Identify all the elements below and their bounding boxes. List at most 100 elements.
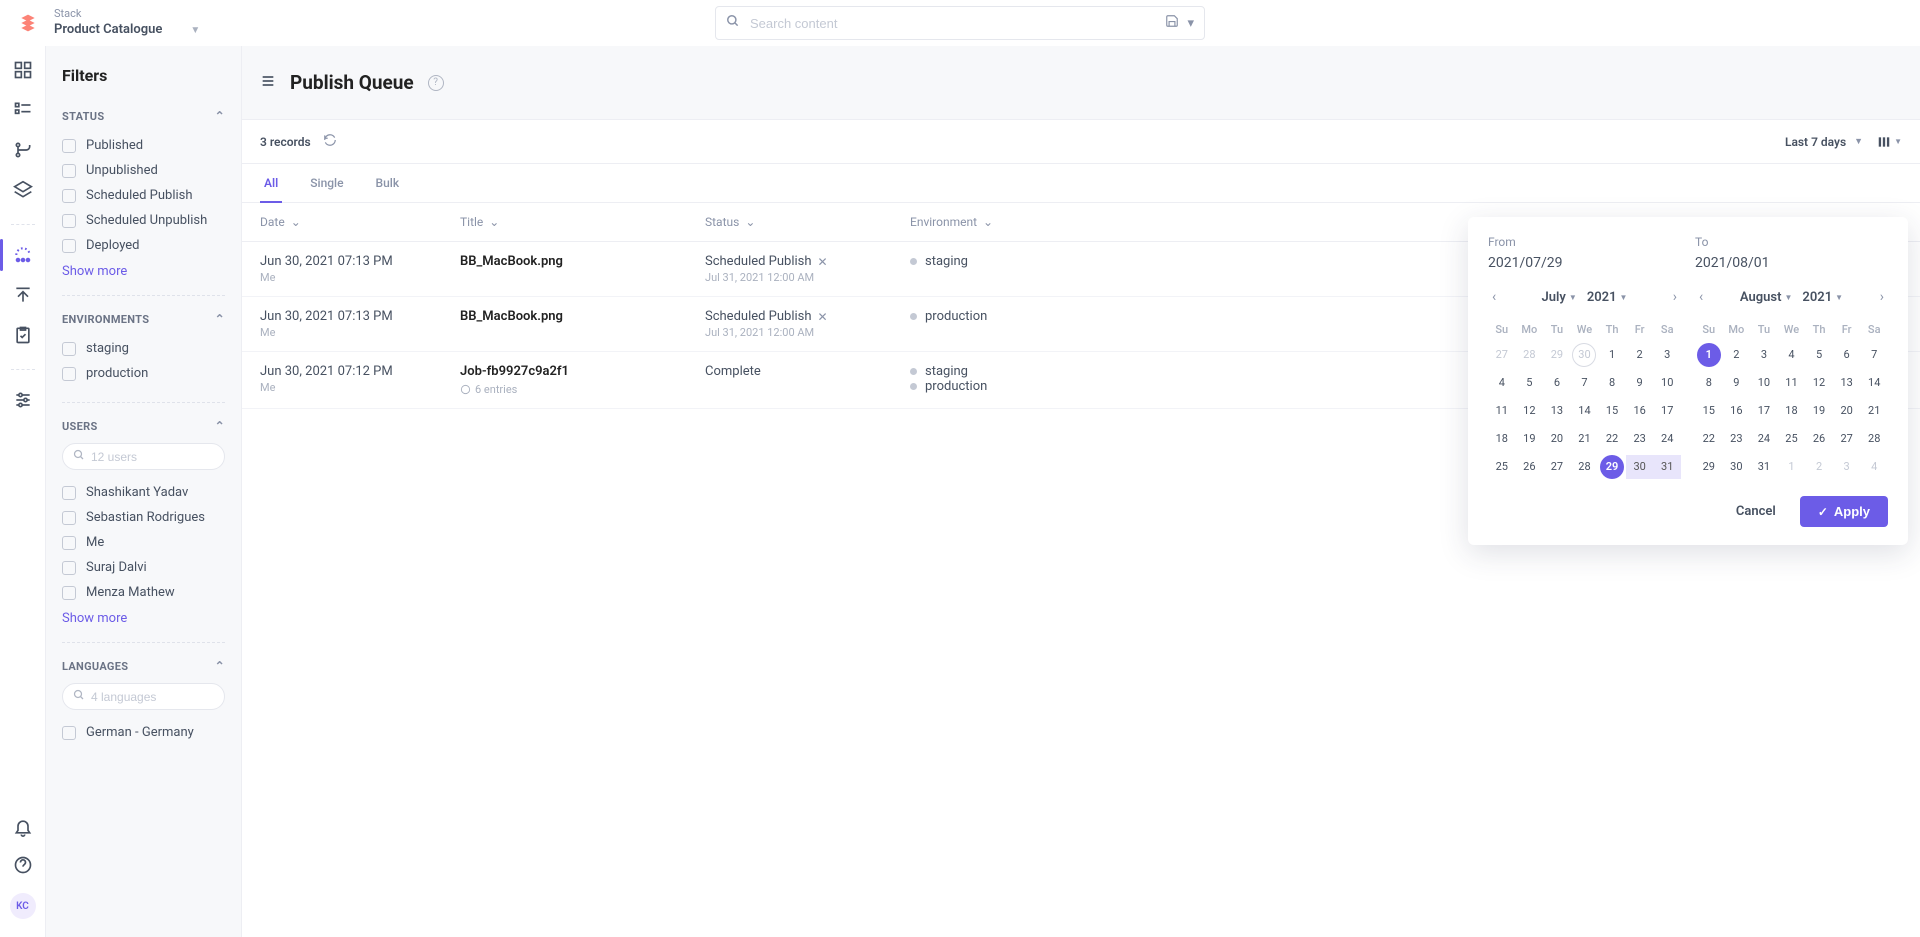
calendar-day[interactable]: 28: [1572, 455, 1596, 479]
from-field[interactable]: From 2021/07/29: [1488, 235, 1681, 271]
search-input[interactable]: [750, 16, 1155, 31]
stack-selector[interactable]: Stack Product Catalogue▼: [54, 7, 200, 38]
calendar-day[interactable]: 21: [1572, 427, 1596, 451]
calendar-day[interactable]: 19: [1807, 399, 1831, 423]
calendar-day[interactable]: 14: [1572, 399, 1596, 423]
calendar-day[interactable]: 27: [1545, 455, 1569, 479]
filter-checkbox[interactable]: Unpublished: [62, 158, 225, 183]
calendar-day[interactable]: 27: [1490, 343, 1514, 367]
calendar-day[interactable]: 1: [1697, 343, 1721, 367]
calendar-day[interactable]: 11: [1490, 399, 1514, 423]
users-search-input[interactable]: [91, 450, 242, 464]
tab-all[interactable]: All: [260, 164, 282, 202]
calendar-day[interactable]: 10: [1655, 371, 1679, 395]
calendar-day[interactable]: 8: [1697, 371, 1721, 395]
calendar-day[interactable]: 3: [1655, 343, 1679, 367]
calendar-day[interactable]: 20: [1835, 399, 1859, 423]
content-models-icon[interactable]: [13, 140, 33, 160]
filter-checkbox[interactable]: production: [62, 361, 225, 386]
filter-checkbox[interactable]: German - Germany: [62, 720, 225, 745]
apply-button[interactable]: ✓ Apply: [1800, 496, 1888, 527]
tab-single[interactable]: Single: [306, 164, 347, 202]
filter-checkbox[interactable]: Me: [62, 530, 225, 555]
calendar-day[interactable]: 12: [1517, 399, 1541, 423]
calendar-day[interactable]: 30: [1724, 455, 1748, 479]
calendar-day[interactable]: 9: [1724, 371, 1748, 395]
calendar-day[interactable]: 31: [1752, 455, 1776, 479]
column-header-status[interactable]: Status ⌄: [705, 215, 755, 229]
calendar-day[interactable]: 24: [1752, 427, 1776, 451]
filter-section-toggle[interactable]: STATUS ⌃: [62, 109, 225, 123]
calendar-day[interactable]: 1: [1779, 455, 1803, 479]
next-month-icon[interactable]: ›: [1876, 285, 1888, 309]
calendar-day[interactable]: 28: [1862, 427, 1886, 451]
column-header-environment[interactable]: Environment ⌄: [910, 215, 993, 229]
dashboard-icon[interactable]: [13, 60, 33, 80]
calendar-day[interactable]: 11: [1779, 371, 1803, 395]
filter-checkbox[interactable]: staging: [62, 336, 225, 361]
calendar-day[interactable]: 2: [1807, 455, 1831, 479]
calendar-day[interactable]: 9: [1628, 371, 1652, 395]
filter-checkbox[interactable]: Suraj Dalvi: [62, 555, 225, 580]
tab-bulk[interactable]: Bulk: [372, 164, 404, 202]
calendar-day[interactable]: 2: [1724, 343, 1748, 367]
month-year-selector[interactable]: August▼ 2021▼: [1740, 290, 1843, 305]
calendar-day[interactable]: 29: [1697, 455, 1721, 479]
settings-icon[interactable]: [13, 390, 33, 410]
calendar-day[interactable]: 24: [1655, 427, 1679, 451]
filter-section-toggle[interactable]: ENVIRONMENTS ⌃: [62, 312, 225, 326]
calendar-day[interactable]: 6: [1835, 343, 1859, 367]
calendar-day[interactable]: 15: [1697, 399, 1721, 423]
calendar-day[interactable]: 5: [1517, 371, 1541, 395]
calendar-day[interactable]: 16: [1724, 399, 1748, 423]
prev-month-icon[interactable]: ‹: [1695, 285, 1707, 309]
month-year-selector[interactable]: July▼ 2021▼: [1542, 290, 1628, 305]
calendar-day[interactable]: 18: [1490, 427, 1514, 451]
column-header-date[interactable]: Date ⌄: [260, 215, 301, 229]
calendar-day[interactable]: 7: [1862, 343, 1886, 367]
calendar-day[interactable]: 18: [1779, 399, 1803, 423]
chevron-down-icon[interactable]: ▾: [1187, 16, 1194, 31]
calendar-day[interactable]: 22: [1600, 427, 1624, 451]
calendar-day[interactable]: 22: [1697, 427, 1721, 451]
calendar-day[interactable]: 2: [1628, 343, 1652, 367]
calendar-day[interactable]: 4: [1490, 371, 1514, 395]
calendar-day[interactable]: 5: [1807, 343, 1831, 367]
calendar-day[interactable]: 16: [1628, 399, 1652, 423]
filter-checkbox[interactable]: Sebastian Rodrigues: [62, 505, 225, 530]
calendar-day[interactable]: 30: [1626, 455, 1654, 479]
app-logo[interactable]: [18, 13, 38, 33]
filter-checkbox[interactable]: Scheduled Publish: [62, 183, 225, 208]
calendar-day[interactable]: 17: [1655, 399, 1679, 423]
calendar-day[interactable]: 3: [1752, 343, 1776, 367]
calendar-day[interactable]: 27: [1835, 427, 1859, 451]
calendar-day[interactable]: 25: [1779, 427, 1803, 451]
languages-search[interactable]: [62, 683, 225, 710]
filter-checkbox[interactable]: Shashikant Yadav: [62, 480, 225, 505]
calendar-day[interactable]: 13: [1545, 399, 1569, 423]
calendar-day[interactable]: 26: [1807, 427, 1831, 451]
prev-month-icon[interactable]: ‹: [1488, 285, 1500, 309]
column-header-title[interactable]: Title ⌄: [460, 215, 499, 229]
cancel-button[interactable]: Cancel: [1726, 496, 1786, 527]
refresh-icon[interactable]: [323, 133, 337, 150]
calendar-day[interactable]: 30: [1572, 343, 1596, 367]
calendar-day[interactable]: 12: [1807, 371, 1831, 395]
entries-icon[interactable]: [13, 100, 33, 120]
calendar-day[interactable]: 28: [1517, 343, 1541, 367]
global-search[interactable]: ▾: [715, 6, 1205, 40]
save-icon[interactable]: [1165, 14, 1179, 32]
hamburger-icon[interactable]: [260, 73, 276, 93]
show-more-link[interactable]: Show more: [62, 258, 225, 279]
date-range-selector[interactable]: Last 7 days ▼: [1785, 135, 1863, 149]
calendar-day[interactable]: 21: [1862, 399, 1886, 423]
next-month-icon[interactable]: ›: [1669, 285, 1681, 309]
calendar-day[interactable]: 6: [1545, 371, 1569, 395]
cancel-schedule-icon[interactable]: ✕: [818, 255, 828, 269]
releases-icon[interactable]: [13, 285, 33, 305]
calendar-day[interactable]: 26: [1517, 455, 1541, 479]
filter-checkbox[interactable]: Published: [62, 133, 225, 158]
calendar-day[interactable]: 23: [1724, 427, 1748, 451]
filter-checkbox[interactable]: Scheduled Unpublish: [62, 208, 225, 233]
calendar-day[interactable]: 3: [1835, 455, 1859, 479]
